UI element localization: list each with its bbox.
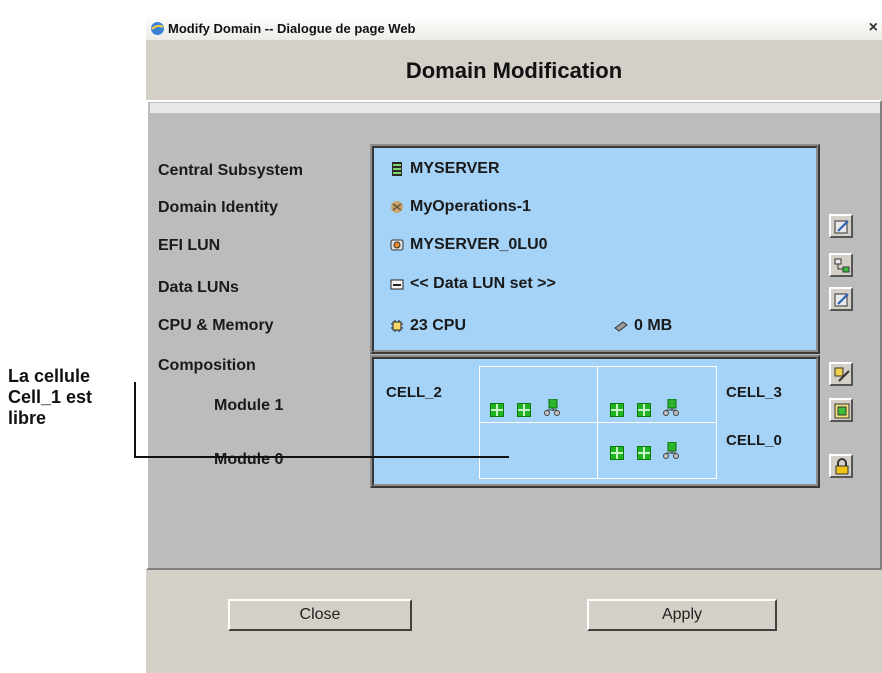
domain-identity-text: MyOperations-1 — [410, 198, 531, 215]
drive-icon — [390, 279, 404, 290]
apply-button[interactable]: Apply — [587, 599, 777, 631]
io-node-icon[interactable] — [663, 442, 679, 460]
cpu-module-icon[interactable] — [610, 403, 624, 417]
data-luns-text: << Data LUN set >> — [410, 275, 556, 292]
memory-value[interactable]: 0 MB — [614, 317, 672, 335]
cell-3-label[interactable]: CELL_3 — [726, 384, 782, 401]
efi-lun-label: EFI LUN — [158, 237, 221, 254]
cpu-text: 23 CPU — [410, 317, 467, 334]
central-subsystem-text: MYSERVER — [410, 160, 500, 177]
cpu-memory-label: CPU & Memory — [158, 317, 274, 334]
cpu-module-icon[interactable] — [637, 403, 651, 417]
central-subsystem-value[interactable]: MYSERVER — [390, 160, 500, 178]
annotation-line-vertical — [134, 382, 136, 457]
annotation-text: La cellule Cell_1 est libre — [8, 366, 92, 429]
cpu-module-icon[interactable] — [637, 446, 651, 460]
domain-identity-label: Domain Identity — [158, 199, 279, 216]
annotation-line-3: libre — [8, 408, 47, 428]
efi-lun-value[interactable]: MYSERVER_0LU0 — [390, 236, 548, 254]
data-luns-value[interactable]: << Data LUN set >> — [390, 275, 556, 293]
cells-icon — [834, 403, 850, 419]
chip-icon — [391, 320, 403, 332]
edit-composition-button[interactable] — [829, 362, 853, 386]
cpu-module-icon[interactable] — [490, 403, 504, 417]
cpu-module-icon[interactable] — [610, 446, 624, 460]
module-1-label: Module 1 — [214, 397, 284, 414]
server-icon — [392, 162, 402, 176]
edit-cpu-memory-button[interactable] — [829, 287, 853, 311]
grid-divider-v — [597, 366, 598, 479]
lock-icon — [835, 458, 849, 475]
annotation-line-horizontal — [134, 456, 509, 458]
close-button[interactable]: Close — [228, 599, 412, 631]
title-bar[interactable]: Modify Domain -- Dialogue de page Web × — [146, 18, 882, 41]
annotation-line-2: Cell_1 est — [8, 387, 93, 407]
cpu-module-icon[interactable] — [517, 403, 531, 417]
grid-divider-h — [479, 422, 717, 423]
cpu-value[interactable]: 23 CPU — [390, 317, 466, 335]
wizard-icon — [834, 367, 850, 382]
central-subsystem-label: Central Subsystem — [158, 162, 303, 179]
domain-identity-value[interactable]: MyOperations-1 — [390, 198, 531, 216]
io-node-icon[interactable] — [663, 399, 679, 417]
cell-2-label[interactable]: CELL_2 — [386, 384, 442, 401]
window-title: Modify Domain -- Dialogue de page Web — [168, 21, 416, 36]
dialog-header: Domain Modification — [146, 40, 882, 100]
domain-icon — [391, 201, 403, 213]
io-node-icon[interactable] — [544, 399, 560, 417]
module-0-label: Module 0 — [214, 451, 284, 468]
memory-text: 0 MB — [634, 317, 673, 334]
memory-icon — [614, 321, 628, 332]
configure-cells-button[interactable] — [829, 398, 853, 422]
close-icon[interactable]: × — [869, 19, 878, 37]
composition-label: Composition — [158, 357, 256, 374]
tree-icon — [834, 258, 850, 273]
data-luns-label: Data LUNs — [158, 279, 239, 296]
cell-0-label[interactable]: CELL_0 — [726, 432, 782, 449]
edit-data-luns-button[interactable] — [829, 253, 853, 277]
edit-icon — [834, 220, 849, 234]
ie-page-icon — [151, 22, 164, 35]
disk-icon — [390, 239, 404, 251]
panel-top-strip — [150, 103, 880, 113]
edit-icon — [834, 293, 849, 307]
page-title: Domain Modification — [405, 58, 623, 83]
edit-efi-lun-button[interactable] — [829, 214, 853, 238]
annotation-line-1: La cellule — [8, 366, 91, 386]
lock-button[interactable] — [829, 454, 853, 478]
efi-lun-text: MYSERVER_0LU0 — [410, 236, 548, 253]
